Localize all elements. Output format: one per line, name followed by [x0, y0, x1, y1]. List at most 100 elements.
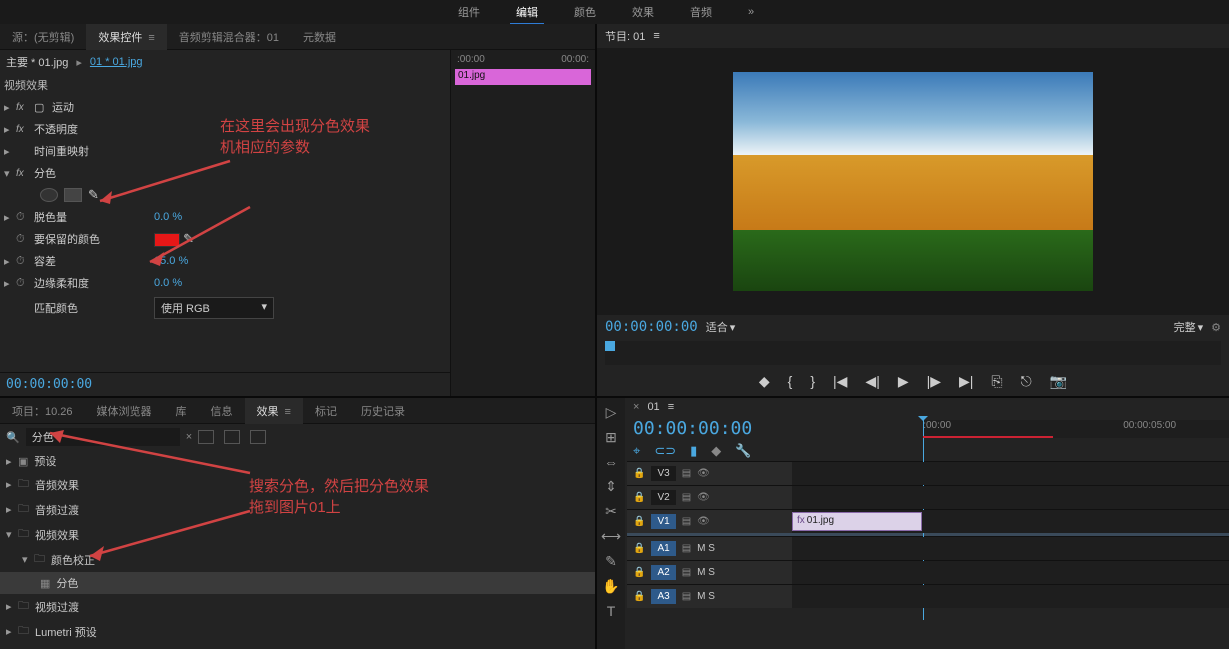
timeline-clip[interactable]: fx01.jpg — [792, 512, 922, 531]
toggle-output-icon[interactable]: ▤ — [682, 516, 691, 527]
keyframe-stopwatch-icon[interactable]: ⏱ — [16, 277, 34, 290]
toggle-edgesoft[interactable]: ▸ — [4, 277, 16, 290]
value-edge-softness[interactable]: 0.0 % — [154, 277, 182, 289]
mask-icon[interactable]: ▢ — [34, 101, 52, 114]
tree-presets[interactable]: 预设 — [34, 453, 56, 469]
pen-tool-icon[interactable]: ✎ — [605, 553, 617, 570]
mask-ellipse-icon[interactable] — [40, 188, 58, 202]
lock-icon[interactable]: 🔒 — [633, 492, 645, 503]
tab-color[interactable]: 颜色 — [556, 0, 614, 24]
keyframe-stopwatch-icon[interactable]: ⏱ — [16, 255, 34, 268]
tab-info[interactable]: 信息 — [199, 398, 245, 424]
eye-icon[interactable]: 👁 — [697, 516, 710, 527]
tab-metadata[interactable]: 元数据 — [291, 24, 348, 50]
track-label[interactable]: V3 — [651, 466, 675, 481]
lock-icon[interactable]: 🔒 — [633, 468, 645, 479]
eye-icon[interactable]: 👁 — [697, 468, 710, 479]
track-label[interactable]: V2 — [651, 490, 675, 505]
track-select-tool-icon[interactable]: ⊞ — [605, 429, 617, 446]
toggle-leavecolor[interactable]: ▾ — [4, 167, 16, 180]
toggle-output-icon[interactable]: ▤ — [682, 468, 691, 479]
mute-solo-label[interactable]: M S — [697, 591, 715, 602]
step-back-icon[interactable]: ◀| — [865, 373, 879, 390]
program-ruler[interactable] — [605, 341, 1221, 365]
rate-stretch-tool-icon[interactable]: ⇕ — [605, 478, 617, 495]
panel-menu-icon[interactable]: ≡ — [285, 406, 291, 418]
effect-motion[interactable]: 运动 — [52, 99, 142, 115]
tree-audio-trans[interactable]: 音频过渡 — [35, 502, 79, 518]
linked-selection-icon[interactable]: ⊂⊃ — [654, 443, 676, 459]
tree-lumetri[interactable]: Lumetri 预设 — [35, 624, 97, 640]
snap-icon[interactable]: ⌖ — [633, 443, 640, 459]
tree-color-correct[interactable]: 颜色校正 — [51, 552, 95, 568]
track-label[interactable]: A1 — [651, 541, 675, 556]
tree-video-trans[interactable]: 视频过渡 — [35, 599, 79, 615]
mute-solo-label[interactable]: M S — [697, 543, 715, 554]
tree-leave-color-effect[interactable]: 分色 — [56, 575, 78, 591]
tree-toggle[interactable]: ▾ — [22, 553, 34, 566]
sequence-clip-link[interactable]: 01 * 01.jpg — [90, 56, 143, 68]
step-forward-icon[interactable]: |▶ — [927, 373, 941, 390]
go-to-in-icon[interactable]: |◀ — [833, 373, 847, 390]
color-swatch[interactable] — [154, 233, 180, 247]
toggle-opacity[interactable]: ▸ — [4, 123, 16, 136]
tab-project[interactable]: 项目：10.26 — [0, 398, 85, 424]
value-desaturate[interactable]: 0.0 % — [154, 211, 182, 223]
timeline-timecode[interactable]: 00:00:00:00 — [627, 416, 758, 441]
panel-menu-icon[interactable]: ≡ — [653, 30, 659, 42]
effect-time-remap[interactable]: 时间重映射 — [34, 143, 124, 159]
mark-in-icon[interactable]: ◆ — [759, 373, 770, 390]
tab-audio[interactable]: 音频 — [672, 0, 730, 24]
settings-icon[interactable]: ◆ — [711, 443, 721, 459]
panel-menu-icon[interactable]: ≡ — [668, 401, 674, 413]
tab-effects-ws[interactable]: 效果 — [614, 0, 672, 24]
resolution-dropdown[interactable]: 完整 ▾ — [1174, 319, 1204, 335]
effect-opacity[interactable]: 不透明度 — [34, 121, 124, 137]
lock-icon[interactable]: 🔒 — [633, 516, 645, 527]
toggle-motion[interactable]: ▸ — [4, 101, 16, 114]
lift-icon[interactable]: ⎘ — [991, 373, 1002, 390]
keyframe-stopwatch-icon[interactable]: ⏱ — [16, 233, 34, 246]
tab-effects-panel[interactable]: 效果≡ — [245, 398, 303, 424]
ripple-tool-icon[interactable]: ⇔ — [604, 454, 618, 470]
tree-toggle[interactable]: ▾ — [6, 528, 18, 541]
play-icon[interactable]: ▶ — [898, 373, 909, 390]
mask-rect-icon[interactable] — [64, 188, 82, 202]
filter-yuv-icon[interactable] — [250, 430, 266, 444]
tree-video-fx[interactable]: 视频效果 — [35, 527, 79, 543]
program-preview[interactable] — [597, 48, 1229, 315]
match-mode-dropdown[interactable]: 使用 RGB▾ — [154, 297, 274, 319]
slip-tool-icon[interactable]: ⟷ — [601, 528, 621, 545]
settings-icon[interactable]: ⚙ — [1211, 321, 1221, 334]
marker-icon[interactable]: ▮ — [690, 443, 697, 459]
tab-media-browser[interactable]: 媒体浏览器 — [85, 398, 164, 424]
filter-accelerated-icon[interactable] — [198, 430, 214, 444]
mini-tl-clip[interactable]: 01.jpg — [455, 69, 591, 85]
bracket-out-icon[interactable]: } — [810, 373, 815, 390]
mask-pen-icon[interactable]: ✎ — [88, 187, 99, 203]
sequence-tab[interactable]: 01 — [647, 401, 659, 413]
filter-32bit-icon[interactable] — [224, 430, 240, 444]
tab-history[interactable]: 历史记录 — [349, 398, 417, 424]
lock-icon[interactable]: 🔒 — [633, 591, 645, 602]
mute-solo-label[interactable]: M S — [697, 567, 715, 578]
extract-icon[interactable]: ⎋ — [1021, 373, 1032, 390]
toggle-output-icon[interactable]: ▤ — [682, 543, 691, 554]
export-frame-icon[interactable]: 📷 — [1050, 373, 1067, 390]
fit-dropdown[interactable]: 适合 ▾ — [706, 319, 736, 335]
keyframe-stopwatch-icon[interactable]: ⏱ — [16, 211, 34, 224]
tab-audio-mixer[interactable]: 音频剪辑混合器：01 — [167, 24, 291, 50]
playhead-icon[interactable] — [605, 341, 615, 351]
track-label[interactable]: A2 — [651, 565, 675, 580]
toggle-tolerance[interactable]: ▸ — [4, 255, 16, 268]
eye-icon[interactable]: 👁 — [697, 492, 710, 503]
toggle-output-icon[interactable]: ▤ — [682, 492, 691, 503]
effect-leave-color[interactable]: 分色 — [34, 165, 124, 181]
wrench-icon[interactable]: 🔧 — [735, 443, 751, 459]
selection-tool-icon[interactable]: ▷ — [606, 404, 617, 421]
go-to-out-icon[interactable]: ▶| — [959, 373, 973, 390]
lock-icon[interactable]: 🔒 — [633, 567, 645, 578]
lock-icon[interactable]: 🔒 — [633, 543, 645, 554]
type-tool-icon[interactable]: T — [607, 603, 616, 619]
bracket-in-icon[interactable]: { — [788, 373, 793, 390]
